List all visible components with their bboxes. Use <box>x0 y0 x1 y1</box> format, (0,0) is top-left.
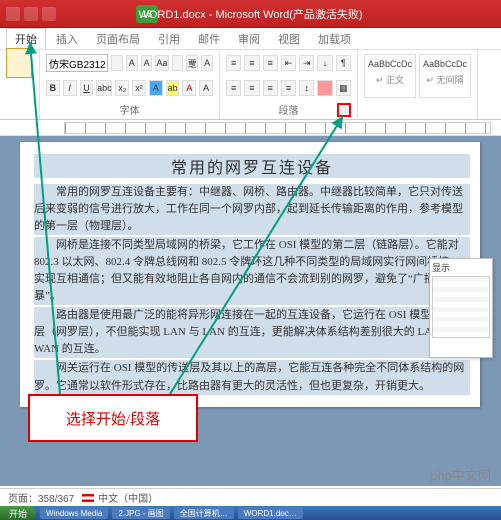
align-right-icon[interactable]: ≡ <box>263 80 278 96</box>
title-bar: 18 WORD1.docx - Microsoft Word(产品激活失败) <box>0 0 501 28</box>
page[interactable]: 常用的网罗互连设备 常用的网罗互连设备主要有：中继器、网桥、路由器。中继器比较简… <box>20 142 480 407</box>
start-button[interactable]: 开始 <box>0 506 36 520</box>
show-marks-icon[interactable]: ¶ <box>336 55 351 71</box>
menu-bar: 开始 插入 页面布局 引用 邮件 审阅 视图 加载项 <box>0 28 501 50</box>
tab-layout[interactable]: 页面布局 <box>88 29 148 49</box>
tab-references[interactable]: 引用 <box>150 29 188 49</box>
taskbar: 开始 Windows Media 2.JPG - 画图 全国计算机… WORD1… <box>0 506 501 520</box>
annotation-box: 选择开始/段落 <box>28 394 198 442</box>
bullets-icon[interactable]: ≡ <box>226 55 241 71</box>
char-border-icon[interactable]: A <box>201 55 213 71</box>
char-shading-icon[interactable]: A <box>199 80 213 96</box>
indent-inc-icon[interactable]: ⇥ <box>299 55 314 71</box>
line-spacing-icon[interactable]: ↕ <box>299 80 314 96</box>
tab-addins[interactable]: 加载项 <box>310 29 359 49</box>
font-name-input[interactable] <box>46 54 108 72</box>
doc-title[interactable]: 常用的网罗互连设备 <box>34 154 470 178</box>
indent-dec-icon[interactable]: ⇤ <box>281 55 296 71</box>
qat-save-icon[interactable] <box>6 7 20 21</box>
highlight-icon[interactable]: ab <box>166 80 180 96</box>
group-font-label: 字体 <box>46 102 213 117</box>
doc-paragraph[interactable]: 网桥是连接不同类型局域网的桥梁，它工作在 OSI 模型的第二层（链路层）。它能对… <box>34 237 470 305</box>
ruler <box>0 120 501 136</box>
borders-icon[interactable]: ▦ <box>336 80 351 96</box>
doc-paragraph[interactable]: 网关运行在 OSI 模型的传送层及其以上的高层，它能互连各种完全不同体系结构的网… <box>34 360 470 394</box>
superscript-icon[interactable]: x² <box>132 80 146 96</box>
ruler-marks[interactable] <box>64 122 491 134</box>
change-case-icon[interactable]: Aa <box>155 55 168 71</box>
tab-mailings[interactable]: 邮件 <box>190 29 228 49</box>
phonetic-icon[interactable]: 覂 <box>186 55 198 71</box>
style-nospacing[interactable]: AaBbCcDc ↵ 无间隔 <box>419 54 471 98</box>
shrink-font-icon[interactable]: A <box>141 55 153 71</box>
doc-paragraph[interactable]: 常用的网罗互连设备主要有：中继器、网桥、路由器。中继器比较简单，它只对传送后来变… <box>34 184 470 235</box>
status-bar: 页面：358/367 中文（中国） <box>0 488 501 506</box>
font-color-icon[interactable]: A <box>182 80 196 96</box>
group-paragraph-label: 段落 <box>226 102 351 117</box>
clear-format-icon[interactable] <box>172 55 184 71</box>
task-item[interactable]: 2.JPG - 画图 <box>112 507 169 519</box>
align-left-icon[interactable]: ≡ <box>226 80 241 96</box>
paste-icon[interactable] <box>6 48 32 78</box>
status-page: 页面：358/367 <box>8 490 74 505</box>
watermark: php中文网 <box>430 465 491 484</box>
window-title: WORD1.docx - Microsoft Word(产品激活失败) <box>138 6 362 22</box>
tab-review[interactable]: 审阅 <box>230 29 268 49</box>
numbering-icon[interactable]: ≡ <box>244 55 259 71</box>
style-normal[interactable]: AaBbCcDc ↵ 正文 <box>364 54 416 98</box>
grow-font-icon[interactable]: A <box>126 55 138 71</box>
task-item[interactable]: 全国计算机… <box>174 507 234 519</box>
qat-undo-icon[interactable] <box>24 7 38 21</box>
underline-icon[interactable]: U <box>80 80 94 96</box>
justify-icon[interactable]: ≡ <box>281 80 296 96</box>
styles-pane-title: 显示 <box>432 261 490 274</box>
status-lang: 中文（中国） <box>82 490 158 505</box>
italic-icon[interactable]: I <box>63 80 77 96</box>
align-center-icon[interactable]: ≡ <box>244 80 259 96</box>
qat-redo-icon[interactable] <box>42 7 56 21</box>
flag-icon <box>82 494 94 502</box>
tab-home[interactable]: 开始 <box>6 28 46 49</box>
multilevel-icon[interactable]: ≡ <box>263 55 278 71</box>
styles-pane[interactable]: 显示 <box>429 258 493 358</box>
doc-paragraph[interactable]: 路由器是使用最广泛的能将异形网连接在一起的互连设备，它运行在 OSI 模型的第三… <box>34 307 470 358</box>
shading-icon[interactable] <box>317 80 332 96</box>
task-item[interactable]: Windows Media <box>40 507 108 519</box>
task-item[interactable]: WORD1.doc… <box>238 507 303 519</box>
paragraph-launcher-icon[interactable] <box>337 103 351 117</box>
tab-insert[interactable]: 插入 <box>48 29 86 49</box>
font-size-input[interactable] <box>111 55 123 71</box>
strike-icon[interactable]: abc <box>96 80 112 96</box>
bold-icon[interactable]: B <box>46 80 60 96</box>
subscript-icon[interactable]: x₂ <box>115 80 129 96</box>
sort-icon[interactable]: ↓ <box>317 55 332 71</box>
ribbon: A A Aa 覂 A B I U abc x₂ x² A ab A A 字体 <box>0 50 501 120</box>
tab-view[interactable]: 视图 <box>270 29 308 49</box>
text-effect-icon[interactable]: A <box>149 80 163 96</box>
styles-pane-body[interactable] <box>432 276 490 338</box>
